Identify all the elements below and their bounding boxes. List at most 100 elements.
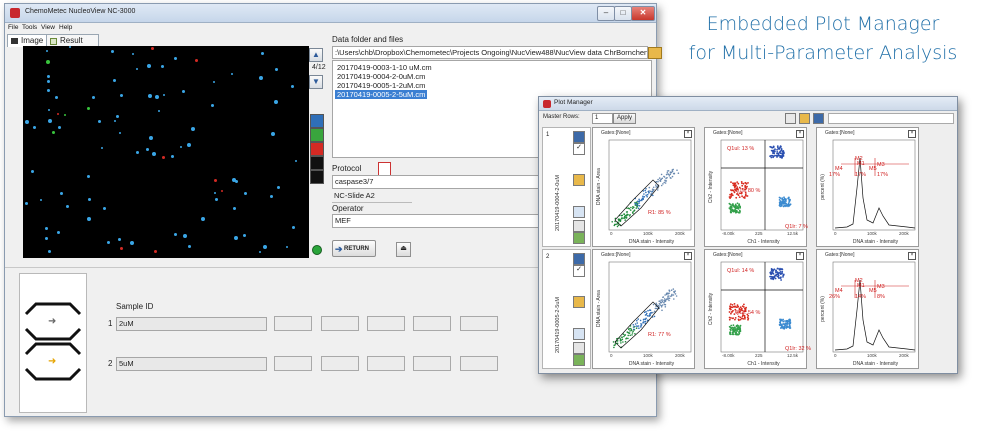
cell-dot xyxy=(47,75,50,78)
row-number: 2 xyxy=(546,254,550,260)
sample-id-label: Sample ID xyxy=(116,302,154,311)
close-icon[interactable]: × xyxy=(908,130,916,138)
channel-swatch-blue[interactable] xyxy=(310,114,324,128)
file-item[interactable]: 20170419-0004-2-0uM.cm xyxy=(335,72,427,81)
channel-swatch-red[interactable] xyxy=(310,142,324,156)
channel-swatch-black-1[interactable] xyxy=(310,156,324,170)
plot-canvas xyxy=(608,139,692,231)
cell-dot xyxy=(60,192,63,195)
chart-icon[interactable] xyxy=(573,342,585,354)
operator-field[interactable]: MEF xyxy=(332,214,546,228)
plot-x-tick: 225 xyxy=(755,231,763,236)
cell-dot xyxy=(286,246,288,248)
channel-swatch-black-2[interactable] xyxy=(310,170,324,184)
eject-icon[interactable]: ⏏ xyxy=(396,242,411,257)
cell-dot xyxy=(232,178,236,182)
plot-manager-title: Plot Manager xyxy=(554,99,593,106)
folder-icon[interactable] xyxy=(799,113,810,124)
plot-annotation: 14% xyxy=(855,294,867,300)
checkbox-icon[interactable]: ✓ xyxy=(573,143,585,155)
master-rows-input[interactable]: 1 xyxy=(592,113,613,124)
plot-canvas xyxy=(832,261,916,353)
protocol-field[interactable]: caspase3/7 xyxy=(332,175,546,189)
plot-annotation: 17% xyxy=(829,172,841,178)
cell-dot xyxy=(40,199,42,201)
return-button[interactable]: ➔ RETURN xyxy=(332,240,376,257)
cell-dot xyxy=(45,227,48,230)
plot-annotation: 17% xyxy=(855,172,867,178)
plot-manager-icon xyxy=(543,100,551,108)
scatter-icon[interactable] xyxy=(573,354,585,366)
cell-dot xyxy=(180,146,182,148)
grid-icon[interactable] xyxy=(573,206,585,218)
plot-x-tick: 200k xyxy=(899,231,909,236)
cell-dot xyxy=(154,250,157,253)
sample-2-id-field[interactable]: 5uM xyxy=(116,357,267,371)
cell-dot xyxy=(47,80,50,83)
plot-panel[interactable]: Gates:[None] × DNA stain - Intensity percen… xyxy=(816,249,919,369)
data-folder-path[interactable]: :\Users\chb\Dropbox\Chemometec\Projects … xyxy=(332,46,648,59)
cell-dot xyxy=(275,68,278,71)
histogram-icon[interactable] xyxy=(573,296,585,308)
close-icon[interactable]: × xyxy=(684,130,692,138)
plot-panel[interactable]: Gates:[None] × Ch1 - Intensity Ch2 - Intens… xyxy=(704,127,808,247)
up-arrow-icon[interactable]: ▲ xyxy=(309,48,323,62)
status-led xyxy=(312,245,322,255)
title-bar[interactable]: ChemoMetec NucleoView NC-3000 – □ ✕ xyxy=(5,4,656,23)
close-icon[interactable]: × xyxy=(684,252,692,260)
plot-x-tick: 200k xyxy=(675,231,685,236)
plot-x-tick: 0 xyxy=(834,231,837,236)
file-item[interactable]: 20170419-0003-1-10 uM.cm xyxy=(335,63,434,72)
cell-dot xyxy=(57,231,60,234)
chamber-1-arrow-icon: ➜ xyxy=(48,316,57,327)
cell-dot xyxy=(149,136,153,140)
cell-dot xyxy=(48,250,51,253)
save-icon[interactable] xyxy=(573,253,585,265)
apply-button[interactable]: Apply xyxy=(613,113,636,124)
plot-panel[interactable]: Gates:[None] × DNA stain - Intensity DNA st… xyxy=(592,249,695,369)
close-icon[interactable]: × xyxy=(908,252,916,260)
cell-image-view[interactable] xyxy=(23,46,309,258)
menu-view[interactable]: View xyxy=(41,24,55,31)
plot-panel[interactable]: Gates:[None] × DNA stain - Intensity DNA st… xyxy=(592,127,695,247)
image-counter: 4/12 xyxy=(312,64,326,71)
close-icon[interactable]: × xyxy=(796,252,804,260)
menu-file[interactable]: File xyxy=(8,24,18,31)
grid-icon[interactable] xyxy=(785,113,796,124)
down-arrow-icon[interactable]: ▼ xyxy=(309,75,323,89)
plot-x-tick: 0 xyxy=(610,231,613,236)
menu-help[interactable]: Help xyxy=(59,24,72,31)
grid-icon[interactable] xyxy=(573,328,585,340)
plot-panel[interactable]: Gates:[None] × DNA stain - Intensity percen… xyxy=(816,127,919,247)
close-icon[interactable]: × xyxy=(796,130,804,138)
cell-dot xyxy=(113,79,116,82)
cell-dot xyxy=(155,95,159,99)
cell-dot xyxy=(274,100,278,104)
folder-icon[interactable] xyxy=(648,47,662,59)
file-item-selected[interactable]: 20170419-0005-2-5uM.cm xyxy=(335,90,428,99)
close-icon[interactable]: ✕ xyxy=(631,6,655,21)
data-folder-label: Data folder and files xyxy=(332,35,404,44)
sample-1-id-field[interactable]: 2uM xyxy=(116,317,267,331)
plot-manager-search-field[interactable] xyxy=(828,113,954,124)
save-icon[interactable] xyxy=(573,131,585,143)
menu-tools[interactable]: Tools xyxy=(22,24,37,31)
cell-dot xyxy=(116,115,119,118)
cell-dot xyxy=(182,90,185,93)
chart-icon[interactable] xyxy=(573,220,585,232)
app-icon xyxy=(10,8,20,18)
checkbox-icon[interactable]: ✓ xyxy=(573,265,585,277)
histogram-icon[interactable] xyxy=(573,174,585,186)
pdf-icon[interactable] xyxy=(378,162,391,176)
plot-panel[interactable]: Gates:[None] × Ch1 - Intensity Ch2 - Intens… xyxy=(704,249,811,369)
file-item[interactable]: 20170419-0005-1-2uM.cm xyxy=(335,81,427,90)
minimize-icon[interactable]: – xyxy=(597,6,615,21)
channel-swatch-green[interactable] xyxy=(310,128,324,142)
maximize-icon[interactable]: □ xyxy=(614,6,632,21)
plot-manager-title-bar[interactable]: Plot Manager xyxy=(539,97,957,111)
sample-2-cell xyxy=(367,356,405,371)
save-icon[interactable] xyxy=(813,113,824,124)
cell-dot xyxy=(87,217,91,221)
sample-2-cell xyxy=(413,356,451,371)
scatter-icon[interactable] xyxy=(573,232,585,244)
